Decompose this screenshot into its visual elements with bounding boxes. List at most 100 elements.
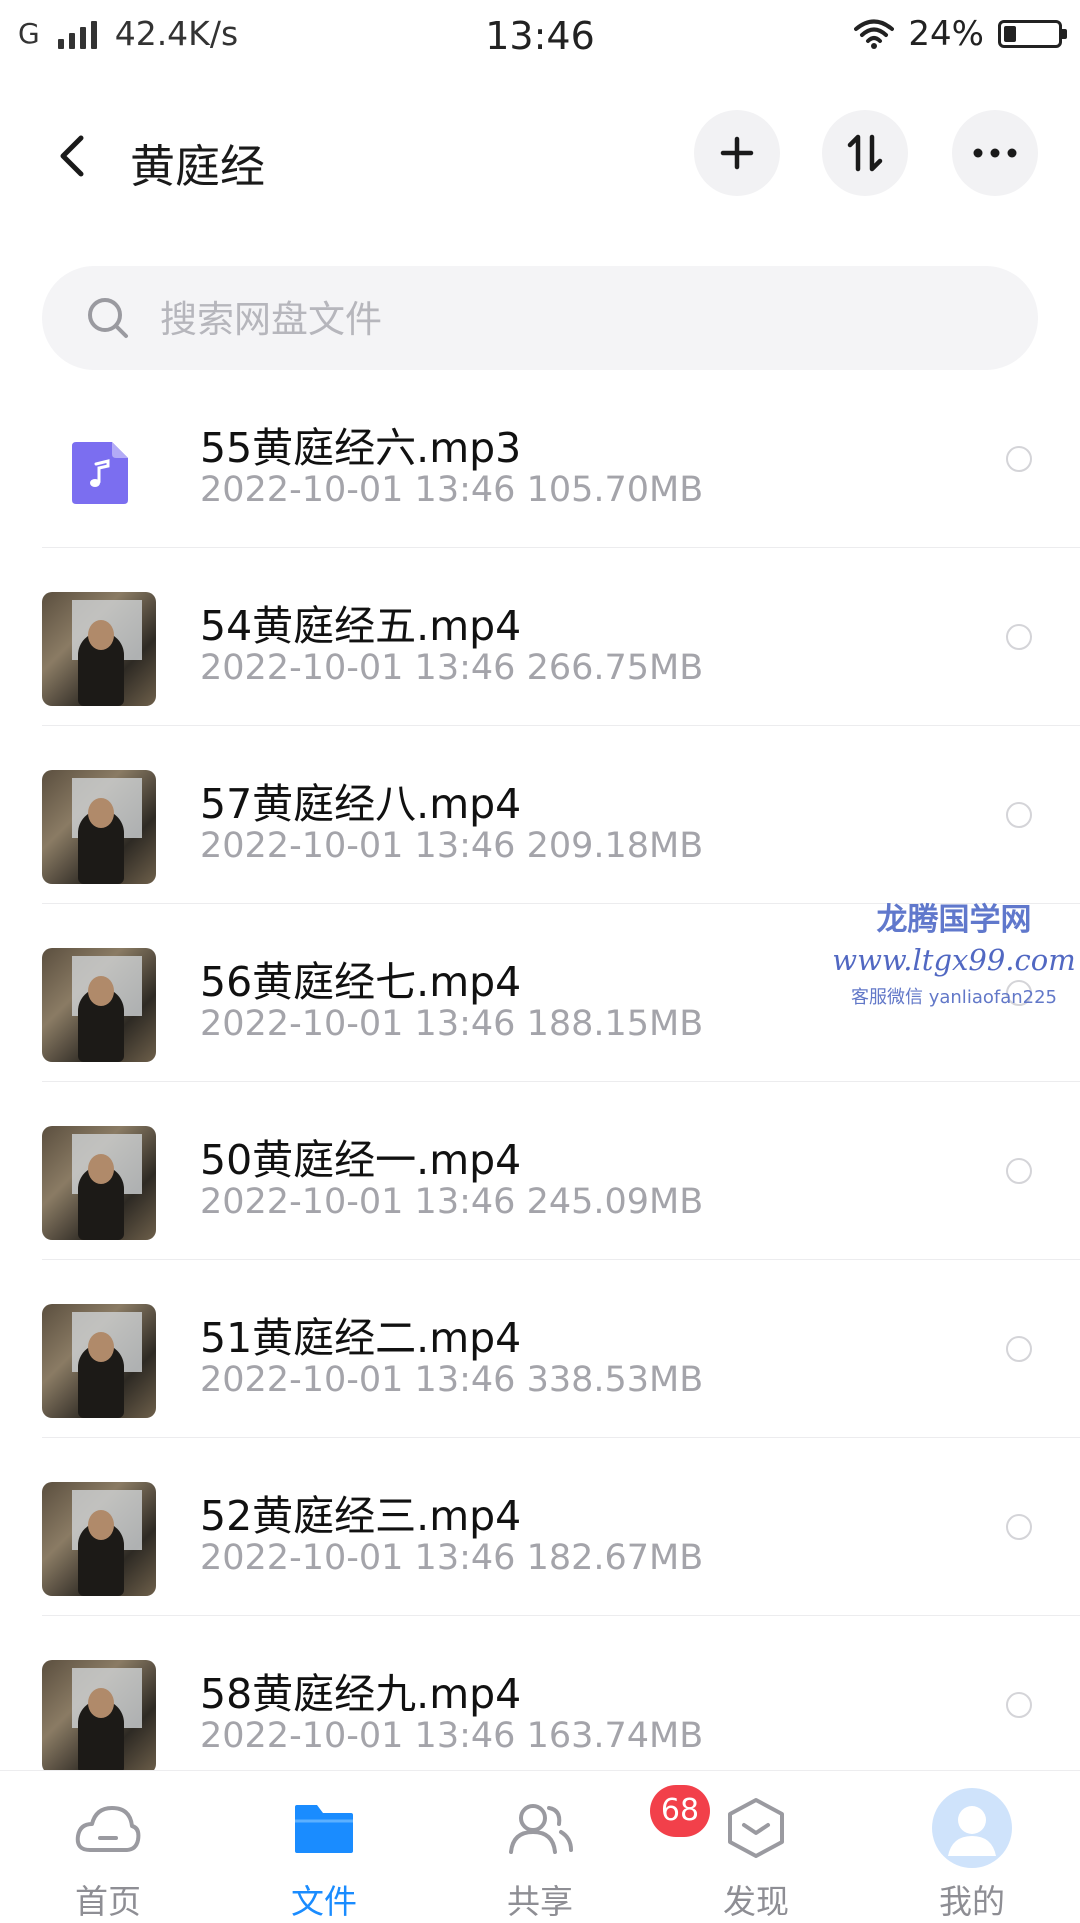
more-icon	[973, 148, 1017, 158]
file-row[interactable]: 51黄庭经二.mp4 2022-10-01 13:46 338.53MB	[0, 1260, 1080, 1438]
file-name: 57黄庭经八.mp4	[200, 780, 522, 828]
nav-label: 首页	[75, 1882, 141, 1921]
folder-icon	[284, 1793, 364, 1863]
file-size: 182.67MB	[526, 1538, 704, 1578]
video-thumbnail	[42, 1304, 156, 1418]
file-date: 2022-10-01	[200, 1182, 404, 1222]
file-name: 50黄庭经一.mp4	[200, 1136, 522, 1184]
file-size: 245.09MB	[526, 1182, 704, 1222]
file-size: 338.53MB	[526, 1360, 704, 1400]
people-icon	[500, 1793, 580, 1863]
file-time: 13:46	[414, 1182, 516, 1222]
file-date: 2022-10-01	[200, 648, 404, 688]
bottom-nav: 首页 文件 68 共享 发现 我的	[0, 1770, 1080, 1921]
file-size: 266.75MB	[526, 648, 704, 688]
nav-discover[interactable]: 发现	[648, 1771, 864, 1921]
video-thumbnail	[42, 1660, 156, 1774]
file-size: 188.15MB	[526, 1004, 704, 1044]
music-file-icon	[72, 442, 128, 504]
discover-icon	[716, 1793, 796, 1863]
file-name: 58黄庭经九.mp4	[200, 1670, 522, 1718]
file-date: 2022-10-01	[200, 1538, 404, 1578]
file-date: 2022-10-01	[200, 1716, 404, 1756]
file-name: 52黄庭经三.mp4	[200, 1492, 522, 1540]
watermark: 龙腾国学网 www.ltgx99.com 客服微信 yanliaofan225	[824, 894, 1080, 1009]
battery-fill	[1004, 26, 1016, 42]
file-meta: 2022-10-01 13:46 338.53MB	[200, 1360, 703, 1400]
file-row[interactable]: 57黄庭经八.mp4 2022-10-01 13:46 209.18MB	[0, 726, 1080, 904]
file-row[interactable]: 50黄庭经一.mp4 2022-10-01 13:46 245.09MB	[0, 1082, 1080, 1260]
nav-home[interactable]: 首页	[0, 1771, 216, 1921]
cloud-icon	[68, 1793, 148, 1863]
nav-label: 共享	[507, 1882, 573, 1921]
battery-percent: 24%	[908, 14, 984, 54]
file-meta: 2022-10-01 13:46 163.74MB	[200, 1716, 703, 1756]
file-time: 13:46	[414, 648, 516, 688]
video-thumbnail	[42, 770, 156, 884]
select-checkbox[interactable]	[1006, 1336, 1032, 1362]
select-checkbox[interactable]	[1006, 1158, 1032, 1184]
file-meta: 2022-10-01 13:46 105.70MB	[200, 470, 703, 510]
status-right: 24%	[854, 14, 1067, 54]
watermark-wechat: 客服微信 yanliaofan225	[851, 987, 1057, 1008]
battery-icon	[998, 20, 1067, 48]
file-size: 105.70MB	[526, 470, 704, 510]
more-button[interactable]	[952, 110, 1038, 196]
file-name: 55黄庭经六.mp3	[200, 424, 522, 472]
video-thumbnail	[42, 948, 156, 1062]
chevron-left-icon	[60, 135, 84, 177]
file-row[interactable]: 52黄庭经三.mp4 2022-10-01 13:46 182.67MB	[0, 1438, 1080, 1616]
search-bar[interactable]	[42, 266, 1038, 370]
file-time: 13:46	[414, 1004, 516, 1044]
file-time: 13:46	[414, 470, 516, 510]
search-icon	[88, 298, 128, 338]
file-time: 13:46	[414, 1360, 516, 1400]
nav-share[interactable]: 68 共享	[432, 1771, 710, 1921]
file-meta: 2022-10-01 13:46 188.15MB	[200, 1004, 703, 1044]
file-name: 54黄庭经五.mp4	[200, 602, 522, 650]
header: 黄庭经	[0, 80, 1080, 230]
watermark-url: www.ltgx99.com	[832, 943, 1076, 977]
file-size: 209.18MB	[526, 826, 704, 866]
sort-icon	[847, 134, 883, 172]
nav-label: 我的	[939, 1882, 1005, 1921]
file-name: 51黄庭经二.mp4	[200, 1314, 522, 1362]
select-checkbox[interactable]	[1006, 802, 1032, 828]
file-date: 2022-10-01	[200, 1004, 404, 1044]
status-bar: G 42.4K/s 13:46 24%	[0, 0, 1080, 76]
select-checkbox[interactable]	[1006, 1692, 1032, 1718]
file-size: 163.74MB	[526, 1716, 704, 1756]
file-time: 13:46	[414, 1538, 516, 1578]
search-input[interactable]	[158, 288, 962, 350]
file-meta: 2022-10-01 13:46 245.09MB	[200, 1182, 703, 1222]
select-checkbox[interactable]	[1006, 1514, 1032, 1540]
select-checkbox[interactable]	[1006, 446, 1032, 472]
file-row[interactable]: 54黄庭经五.mp4 2022-10-01 13:46 266.75MB	[0, 548, 1080, 726]
page-title: 黄庭经	[130, 140, 266, 193]
plus-icon	[720, 136, 754, 170]
nav-label: 文件	[291, 1882, 357, 1921]
nav-files[interactable]: 文件	[216, 1771, 432, 1921]
file-meta: 2022-10-01 13:46 266.75MB	[200, 648, 703, 688]
video-thumbnail	[42, 1482, 156, 1596]
file-list: 55黄庭经六.mp3 2022-10-01 13:46 105.70MB 54黄…	[0, 370, 1080, 1794]
file-meta: 2022-10-01 13:46 182.67MB	[200, 1538, 703, 1578]
avatar-icon	[932, 1788, 1012, 1868]
add-button[interactable]	[694, 110, 780, 196]
file-time: 13:46	[414, 1716, 516, 1756]
video-thumbnail	[42, 1126, 156, 1240]
file-name: 56黄庭经七.mp4	[200, 958, 522, 1006]
video-thumbnail	[42, 592, 156, 706]
nav-label: 发现	[723, 1882, 789, 1921]
file-date: 2022-10-01	[200, 826, 404, 866]
file-row[interactable]: 55黄庭经六.mp3 2022-10-01 13:46 105.70MB	[0, 370, 1080, 548]
back-button[interactable]	[44, 128, 100, 184]
select-checkbox[interactable]	[1006, 624, 1032, 650]
file-row[interactable]: 58黄庭经九.mp4 2022-10-01 13:46 163.74MB	[0, 1616, 1080, 1794]
sort-button[interactable]	[822, 110, 908, 196]
file-time: 13:46	[414, 826, 516, 866]
file-meta: 2022-10-01 13:46 209.18MB	[200, 826, 703, 866]
wifi-icon	[854, 19, 895, 49]
file-date: 2022-10-01	[200, 470, 404, 510]
nav-me[interactable]: 我的	[864, 1771, 1080, 1921]
